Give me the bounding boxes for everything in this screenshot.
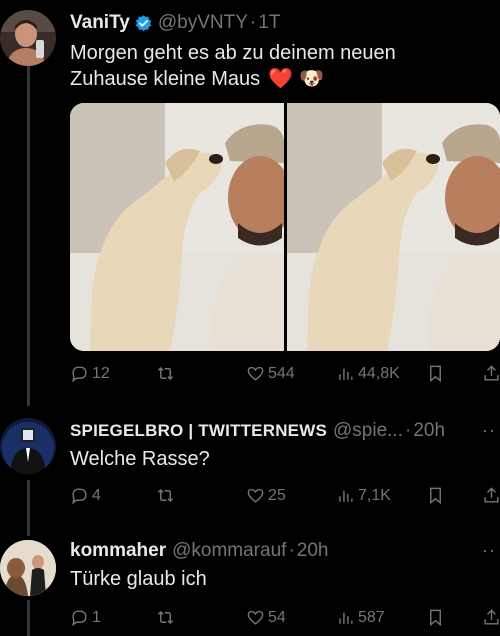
- retweet-button[interactable]: [156, 364, 178, 383]
- bookmark-icon: [430, 365, 441, 383]
- reply-icon: [72, 366, 87, 383]
- retweet-icon: [157, 610, 174, 625]
- views-button[interactable]: 587: [336, 608, 385, 627]
- bookmark-button[interactable]: [426, 486, 448, 505]
- tweet-header: kommaher @kommarauf · 20h: [70, 540, 328, 562]
- views-count: 587: [358, 608, 385, 626]
- share-icon: [484, 609, 499, 625]
- tweet-header: SPIEGELBRO | TWITTERNEWS @spie... · 20h: [70, 420, 445, 442]
- author-name[interactable]: VaniTy: [70, 12, 130, 34]
- author-handle[interactable]: @kommarauf: [172, 540, 286, 562]
- avatar[interactable]: [0, 418, 56, 474]
- tweet-text-fragment: Zuhause kleine Maus: [70, 68, 261, 90]
- photo-right[interactable]: [286, 103, 500, 351]
- author-name[interactable]: kommaher: [70, 540, 166, 562]
- reply-count: 12: [92, 364, 110, 382]
- retweet-icon: [157, 366, 174, 381]
- timestamp[interactable]: 20h: [297, 540, 329, 562]
- tweet-text-line: Morgen geht es ab zu deinem neuen: [70, 42, 396, 64]
- avatar[interactable]: [0, 540, 56, 596]
- share-icon: [484, 487, 499, 503]
- photo-left[interactable]: [70, 103, 284, 351]
- share-button[interactable]: [482, 608, 500, 627]
- like-icon: [247, 366, 264, 381]
- author-handle[interactable]: @byVNTY: [158, 12, 248, 34]
- reply-count: 1: [92, 608, 101, 626]
- tweet-main[interactable]: VaniTy @byVNTY · 1T Morgen geht es ab zu…: [0, 0, 500, 400]
- separator-dot: ·: [405, 420, 412, 441]
- timestamp[interactable]: 1T: [258, 12, 280, 34]
- timestamp[interactable]: 20h: [413, 420, 445, 442]
- share-button[interactable]: [482, 486, 500, 505]
- tweet-actions: 4 25 7,1K: [70, 486, 500, 510]
- like-icon: [247, 610, 264, 625]
- author-handle[interactable]: @spie...: [333, 420, 403, 442]
- tweet-header: VaniTy @byVNTY · 1T: [70, 12, 280, 34]
- views-icon: [339, 490, 353, 502]
- retweet-button[interactable]: [156, 486, 178, 505]
- tweet-text: Türke glaub ich: [70, 568, 207, 590]
- reply-icon: [72, 610, 87, 627]
- tweet-text-line: Zuhause kleine Maus ❤️ 🐶: [70, 66, 396, 92]
- like-count: 544: [268, 364, 295, 382]
- like-count: 25: [268, 486, 286, 504]
- bookmark-icon: [430, 609, 441, 627]
- tweet-actions: 1 54 587: [70, 608, 500, 632]
- views-count: 44,8K: [358, 364, 400, 382]
- like-button[interactable]: 544: [246, 364, 295, 383]
- tweet-media[interactable]: [70, 103, 500, 351]
- bookmark-button[interactable]: [426, 608, 448, 627]
- verified-badge-icon: [135, 14, 151, 31]
- views-icon: [339, 612, 353, 624]
- views-icon: [339, 368, 353, 380]
- reply-button[interactable]: 4: [70, 486, 101, 505]
- like-count: 54: [268, 608, 286, 626]
- views-count: 7,1K: [358, 486, 391, 504]
- heart-emoji: ❤️: [268, 68, 294, 90]
- author-name[interactable]: SPIEGELBRO | TWITTERNEWS: [70, 421, 327, 441]
- separator-dot: ·: [288, 540, 295, 561]
- tweet-text: Welche Rasse?: [70, 448, 210, 470]
- more-options-icon[interactable]: ··: [482, 420, 496, 441]
- like-button[interactable]: 25: [246, 486, 286, 505]
- tweet-text: Morgen geht es ab zu deinem neuen Zuhaus…: [70, 40, 396, 92]
- more-options-icon[interactable]: ··: [482, 540, 496, 561]
- avatar[interactable]: [0, 10, 56, 66]
- reply-button[interactable]: 1: [70, 608, 101, 627]
- separator-dot: ·: [249, 12, 257, 33]
- bookmark-icon: [430, 487, 441, 505]
- reply-count: 4: [92, 486, 101, 504]
- tweet-reply[interactable]: SPIEGELBRO | TWITTERNEWS @spie... · 20h …: [0, 406, 500, 526]
- tweet-reply[interactable]: kommaher @kommarauf · 20h ·· Türke glaub…: [0, 530, 500, 636]
- like-button[interactable]: 54: [246, 608, 286, 627]
- like-icon: [247, 488, 264, 503]
- share-button[interactable]: [482, 364, 500, 383]
- views-button[interactable]: 44,8K: [336, 364, 400, 383]
- bookmark-button[interactable]: [426, 364, 448, 383]
- share-icon: [484, 365, 499, 381]
- retweet-icon: [157, 488, 174, 503]
- tweet-actions: 12 544 44,8K: [70, 364, 500, 388]
- reply-icon: [72, 488, 87, 505]
- reply-button[interactable]: 12: [70, 364, 110, 383]
- views-button[interactable]: 7,1K: [336, 486, 391, 505]
- retweet-button[interactable]: [156, 608, 178, 627]
- dog-emoji: 🐶: [299, 68, 324, 90]
